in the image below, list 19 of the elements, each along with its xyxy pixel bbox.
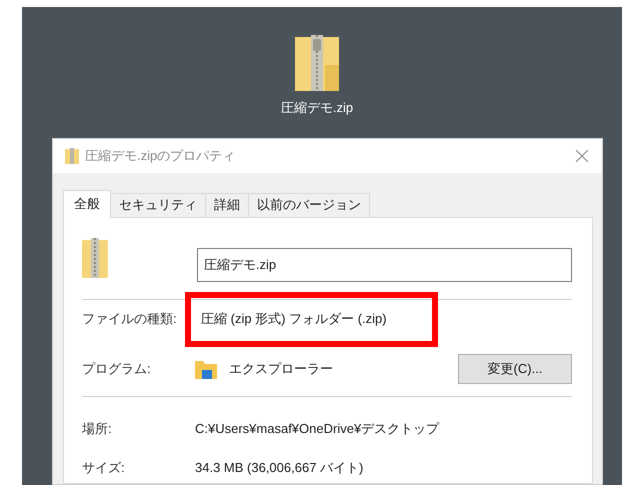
zip-folder-icon[interactable]: [295, 35, 339, 91]
tab[interactable]: 全般: [63, 190, 111, 218]
file-type-value: 圧縮 (zip 形式) フォルダー (.zip): [201, 310, 387, 328]
zip-folder-icon: [65, 148, 79, 164]
file-name-label: 圧縮デモ.zip: [280, 99, 354, 117]
name-field[interactable]: 圧縮デモ.zip: [196, 248, 572, 282]
size-label: サイズ:: [82, 459, 126, 477]
program-label: プログラム:: [82, 360, 152, 378]
file-type-label: ファイルの種類:: [82, 310, 178, 328]
change-button[interactable]: 変更(C)...: [458, 354, 572, 384]
program-value: エクスプローラー: [229, 360, 333, 378]
size-value: 34.3 MB (36,006,667 バイト): [195, 459, 364, 477]
window-title: 圧縮デモ.zipのプロパティ: [85, 146, 236, 165]
close-icon[interactable]: [576, 150, 588, 162]
location-value: C:¥Users¥masaf¥OneDrive¥デスクトップ: [195, 420, 440, 438]
folder-icon: [195, 358, 217, 378]
zip-folder-icon: [82, 238, 108, 278]
tab[interactable]: 以前のバージョン: [248, 192, 370, 216]
location-label: 場所:: [82, 420, 113, 438]
